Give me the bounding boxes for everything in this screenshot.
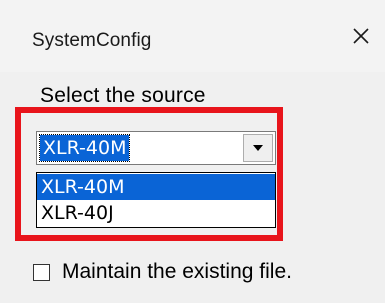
dropdown-arrow-button[interactable] bbox=[243, 134, 273, 162]
dropdown-option-xlr-40j[interactable]: XLR-40J bbox=[37, 200, 275, 226]
source-combobox[interactable]: XLR-40M bbox=[36, 131, 276, 165]
maintain-file-option[interactable]: Maintain the existing file. bbox=[33, 260, 292, 284]
close-button[interactable] bbox=[337, 12, 385, 60]
title-bar: SystemConfig bbox=[0, 0, 385, 72]
chevron-down-icon bbox=[253, 145, 263, 151]
window-title: SystemConfig bbox=[32, 30, 152, 51]
dialog-body: Select the source XLR-40M XLR-40M XLR-40… bbox=[0, 72, 385, 303]
systemconfig-dialog: SystemConfig Select the source XLR-40M X… bbox=[0, 0, 385, 303]
combobox-selected-value: XLR-40M bbox=[38, 134, 131, 162]
maintain-file-checkbox[interactable] bbox=[33, 263, 50, 281]
dropdown-option-xlr-40m[interactable]: XLR-40M bbox=[37, 174, 275, 200]
close-icon bbox=[353, 28, 369, 44]
maintain-file-label: Maintain the existing file. bbox=[62, 260, 292, 283]
source-label: Select the source bbox=[40, 84, 206, 107]
source-dropdown-list: XLR-40M XLR-40J bbox=[36, 172, 276, 228]
